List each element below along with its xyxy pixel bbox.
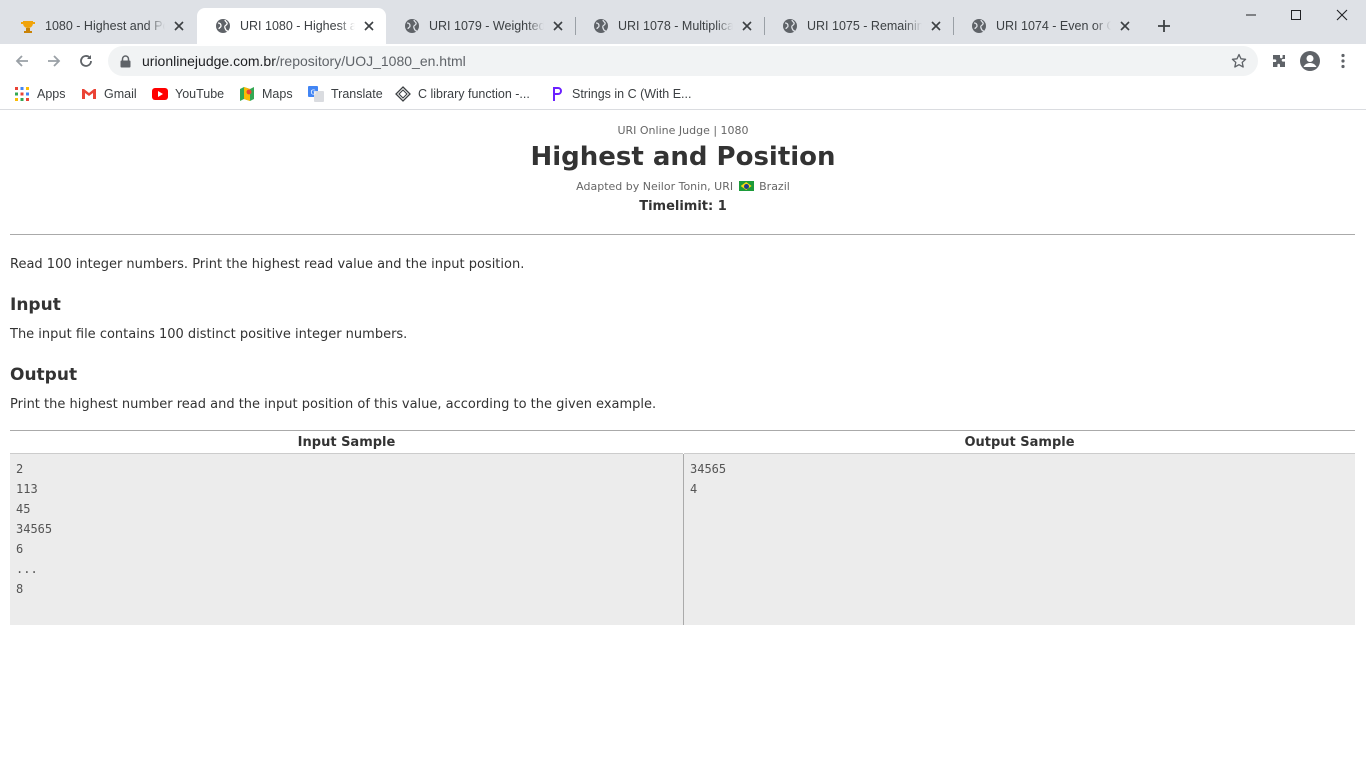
browser-tab[interactable]: URI 1079 - Weighted A bbox=[386, 8, 575, 44]
output-sample-header: Output Sample bbox=[684, 431, 1355, 454]
browser-tab-active[interactable]: URI 1080 - Highest and bbox=[197, 8, 386, 44]
svg-text:G: G bbox=[311, 89, 316, 97]
output-text: Print the highest number read and the in… bbox=[10, 397, 657, 412]
input-sample-line: 2 bbox=[16, 462, 24, 476]
close-tab-icon[interactable] bbox=[739, 18, 754, 34]
output-sample-line: 4 bbox=[690, 482, 698, 496]
bookmark-maps[interactable]: Maps bbox=[239, 84, 293, 104]
close-tab-icon[interactable] bbox=[1117, 18, 1132, 34]
close-window-button[interactable] bbox=[1319, 0, 1365, 30]
browser-tab[interactable]: URI 1078 - Multiplicatio bbox=[575, 8, 764, 44]
bookmark-label: Translate bbox=[331, 87, 383, 101]
bookmark-youtube[interactable]: YouTube bbox=[152, 84, 224, 104]
tab-strip: 1080 - Highest and Pos URI 1080 - Highes… bbox=[0, 0, 1366, 44]
tab-title: URI 1079 - Weighted A bbox=[429, 19, 545, 33]
adapted-by-text: Adapted by Neilor Tonin, URI bbox=[576, 180, 734, 193]
address-bar[interactable]: urionlinejudge.com.br/repository/UOJ_108… bbox=[108, 46, 1258, 76]
brazil-flag-icon bbox=[738, 181, 754, 191]
maps-icon bbox=[239, 86, 255, 102]
extensions-icon[interactable] bbox=[1265, 47, 1293, 75]
input-sample-line: 8 bbox=[16, 582, 24, 596]
close-tab-icon[interactable] bbox=[171, 18, 187, 34]
tab-title: URI 1078 - Multiplicatio bbox=[618, 19, 734, 33]
browser-tab[interactable]: 1080 - Highest and Pos bbox=[2, 8, 197, 44]
judge-line: URI Online Judge | 1080 bbox=[617, 124, 749, 137]
input-sample-line: 45 bbox=[16, 502, 31, 516]
bookmark-label: Apps bbox=[37, 87, 66, 101]
menu-kebab-icon[interactable] bbox=[1329, 47, 1357, 75]
divider bbox=[10, 234, 1355, 235]
browser-toolbar: urionlinejudge.com.br/repository/UOJ_108… bbox=[0, 44, 1366, 78]
tab-title: 1080 - Highest and Pos bbox=[45, 19, 166, 33]
globe-icon bbox=[404, 18, 420, 34]
bookmark-translate[interactable]: G Translate bbox=[308, 84, 383, 104]
bookmark-strings-in-c[interactable]: Strings in C (With E... bbox=[549, 84, 691, 104]
translate-icon: G bbox=[308, 86, 324, 102]
url-text: urionlinejudge.com.br/repository/UOJ_108… bbox=[142, 53, 466, 69]
bookmarks-bar: Apps Gmail YouTube Maps G Translate C li… bbox=[0, 78, 1366, 110]
input-heading: Input bbox=[10, 295, 61, 315]
tab-title: URI 1075 - Remaining 2 bbox=[807, 19, 923, 33]
lock-icon[interactable] bbox=[120, 54, 134, 68]
bookmark-label: YouTube bbox=[175, 87, 225, 101]
globe-icon bbox=[971, 18, 987, 34]
close-tab-icon[interactable] bbox=[361, 18, 376, 34]
globe-icon bbox=[215, 18, 231, 34]
globe-icon bbox=[782, 18, 798, 34]
input-text: The input file contains 100 distinct pos… bbox=[10, 327, 408, 342]
close-tab-icon[interactable] bbox=[550, 18, 565, 34]
tab-title: URI 1080 - Highest and bbox=[240, 19, 356, 33]
bookmark-label: Gmail bbox=[104, 87, 137, 101]
minimize-button[interactable] bbox=[1228, 0, 1274, 30]
problem-page: URI Online Judge | 1080 Highest and Posi… bbox=[0, 111, 1366, 768]
browser-tab[interactable]: URI 1074 - Even or Odd bbox=[953, 8, 1142, 44]
reload-button[interactable] bbox=[72, 47, 100, 75]
bookmark-c-library[interactable]: C library function -... bbox=[395, 84, 530, 104]
output-sample-cell: 34565 4 bbox=[684, 454, 1355, 625]
samples-table: Input Sample Output Sample 2 113 45 3456… bbox=[10, 430, 1355, 625]
gmail-icon bbox=[81, 86, 97, 102]
close-tab-icon[interactable] bbox=[928, 18, 943, 34]
page-title: Highest and Position bbox=[530, 142, 836, 172]
tab-title: URI 1074 - Even or Odd bbox=[996, 19, 1111, 33]
maximize-button[interactable] bbox=[1273, 0, 1319, 30]
input-sample-line: ... bbox=[16, 562, 38, 576]
output-sample-line: 34565 bbox=[690, 462, 727, 476]
url-host: urionlinejudge.com.br bbox=[142, 53, 276, 69]
uri-trophy-icon bbox=[20, 18, 36, 34]
bookmark-gmail[interactable]: Gmail bbox=[81, 84, 137, 104]
globe-icon bbox=[593, 18, 609, 34]
bookmark-star-icon[interactable] bbox=[1230, 52, 1248, 70]
programiz-icon bbox=[549, 86, 565, 102]
url-path: /repository/UOJ_1080_en.html bbox=[275, 53, 466, 69]
timelimit: Timelimit: 1 bbox=[639, 199, 727, 214]
input-sample-line: 6 bbox=[16, 542, 24, 556]
forward-button[interactable] bbox=[40, 47, 68, 75]
c-library-icon bbox=[395, 86, 411, 102]
adapted-by: Adapted by Neilor Tonin, URI Brazil bbox=[0, 180, 1366, 193]
new-tab-button[interactable] bbox=[1152, 14, 1176, 38]
bookmark-label: Maps bbox=[262, 87, 293, 101]
input-sample-header: Input Sample bbox=[10, 431, 683, 454]
input-sample-line: 34565 bbox=[16, 522, 53, 536]
back-button[interactable] bbox=[8, 47, 36, 75]
problem-description: Read 100 integer numbers. Print the high… bbox=[10, 257, 525, 272]
input-sample-cell: 2 113 45 34565 6 ... 8 bbox=[10, 454, 683, 625]
browser-tab[interactable]: URI 1075 - Remaining 2 bbox=[764, 8, 953, 44]
bookmark-label: Strings in C (With E... bbox=[572, 87, 692, 101]
youtube-icon bbox=[152, 86, 168, 102]
adapted-country: Brazil bbox=[759, 180, 790, 193]
input-sample-line: 113 bbox=[16, 482, 38, 496]
profile-avatar-icon[interactable] bbox=[1296, 47, 1324, 75]
output-heading: Output bbox=[10, 365, 78, 385]
bookmark-apps[interactable]: Apps bbox=[14, 84, 66, 104]
bookmark-label: C library function -... bbox=[418, 87, 530, 101]
apps-grid-icon bbox=[14, 86, 30, 102]
